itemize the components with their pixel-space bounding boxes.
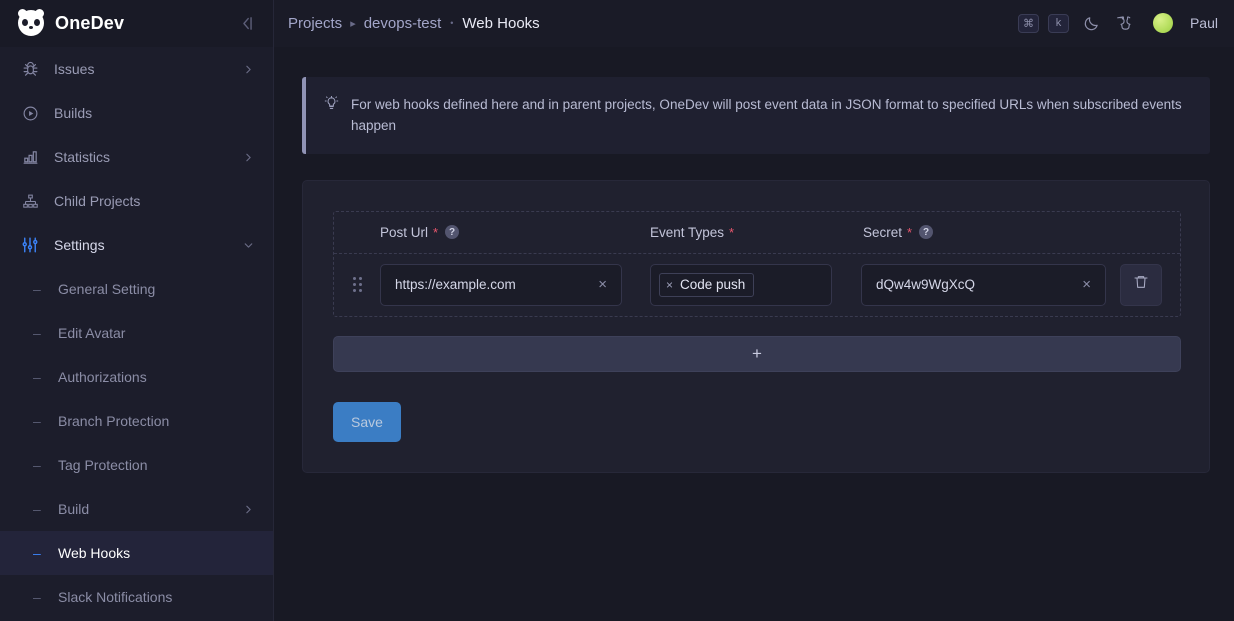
post-url-field[interactable]: ×	[380, 264, 622, 306]
event-type-tag[interactable]: × Code push	[659, 273, 754, 297]
page-content: For web hooks defined here and in parent…	[274, 47, 1234, 621]
sidebar-subitem-label: Slack Notifications	[58, 589, 255, 605]
required-asterisk: *	[433, 225, 438, 240]
chevron-right-icon: ▸	[350, 17, 356, 30]
sidebar-item-settings[interactable]: Settings	[0, 223, 273, 267]
sidebar-item-child-projects[interactable]: Child Projects	[0, 179, 273, 223]
top-bar: Projects ▸ devops-test • Web Hooks ⌘ k	[274, 0, 1234, 47]
clear-icon[interactable]: ×	[594, 277, 611, 292]
chevron-right-icon	[242, 503, 255, 516]
bar-chart-icon	[20, 147, 40, 167]
breadcrumb: Projects ▸ devops-test • Web Hooks	[288, 15, 540, 32]
panda-logo-icon	[18, 10, 44, 36]
sidebar-item-label: Settings	[54, 237, 242, 253]
collapse-sidebar-icon[interactable]	[235, 11, 259, 35]
sidebar-item-builds[interactable]: Builds	[0, 91, 273, 135]
dash-glyph: –	[33, 546, 45, 560]
app-root: OneDev Issues	[0, 0, 1234, 621]
required-asterisk: *	[729, 225, 734, 240]
sidebar-item-authorizations[interactable]: – Authorizations	[0, 355, 273, 399]
column-label: Event Types	[650, 225, 724, 240]
sidebar-subitem-label: General Setting	[58, 281, 255, 297]
event-type-label: Code push	[680, 277, 745, 292]
sidebar-menu: Issues Builds	[0, 47, 273, 621]
k-key-badge[interactable]: k	[1048, 14, 1069, 33]
add-row-button[interactable]: +	[333, 336, 1181, 372]
sidebar-item-web-hooks[interactable]: – Web Hooks	[0, 531, 273, 575]
sidebar-subitem-label: Authorizations	[58, 369, 255, 385]
sidebar-item-label: Issues	[54, 61, 242, 77]
chevron-right-icon	[242, 151, 255, 164]
dash-glyph: –	[33, 502, 45, 516]
chevron-right-icon	[242, 63, 255, 76]
sidebar-subitem-label: Web Hooks	[58, 545, 255, 561]
column-label: Post Url	[380, 225, 428, 240]
post-url-input[interactable]	[395, 277, 594, 292]
help-icon[interactable]: ?	[919, 225, 933, 239]
info-banner: For web hooks defined here and in parent…	[302, 77, 1210, 154]
sidebar-item-tag-protection[interactable]: – Tag Protection	[0, 443, 273, 487]
secret-input[interactable]	[876, 277, 1078, 292]
column-label: Secret	[863, 225, 902, 240]
sliders-icon	[20, 235, 40, 255]
sidebar-item-label: Statistics	[54, 149, 242, 165]
delete-row-button[interactable]	[1120, 264, 1162, 306]
sidebar-subitem-label: Build	[58, 501, 242, 517]
chevron-down-icon	[242, 239, 255, 252]
dash-glyph: –	[33, 414, 45, 428]
table-row: × × Code push ×	[334, 254, 1180, 316]
org-chart-icon	[20, 191, 40, 211]
sidebar-item-label: Child Projects	[54, 193, 255, 209]
event-types-field[interactable]: × Code push	[650, 264, 832, 306]
sidebar-header: OneDev	[0, 0, 273, 47]
sidebar-subitem-label: Branch Protection	[58, 413, 255, 429]
sidebar-item-edit-avatar[interactable]: – Edit Avatar	[0, 311, 273, 355]
lightbulb-icon	[324, 96, 340, 137]
column-header-post-url: Post Url * ?	[380, 225, 650, 240]
column-header-event-types: Event Types *	[650, 225, 863, 240]
git-repo-icon[interactable]	[1115, 12, 1137, 34]
top-bar-actions: ⌘ k Paul	[1018, 12, 1218, 34]
dash-glyph: –	[33, 326, 45, 340]
app-title: OneDev	[55, 13, 124, 34]
dash-glyph: –	[33, 590, 45, 604]
column-header-secret: Secret * ?	[863, 225, 1180, 240]
breadcrumb-project[interactable]: devops-test	[364, 15, 442, 32]
required-asterisk: *	[907, 225, 912, 240]
play-circle-icon	[20, 103, 40, 123]
dash-glyph: –	[33, 370, 45, 384]
sidebar-subitem-label: Edit Avatar	[58, 325, 255, 341]
dash-glyph: –	[33, 282, 45, 296]
drag-handle-icon[interactable]	[334, 277, 380, 292]
sidebar-item-statistics[interactable]: Statistics	[0, 135, 273, 179]
sidebar-item-issues[interactable]: Issues	[0, 47, 273, 91]
sidebar-item-slack-notifications[interactable]: – Slack Notifications	[0, 575, 273, 619]
sidebar-subitem-label: Tag Protection	[58, 457, 255, 473]
trash-icon	[1133, 274, 1149, 295]
sidebar: OneDev Issues	[0, 0, 274, 621]
help-icon[interactable]: ?	[445, 225, 459, 239]
remove-tag-icon[interactable]: ×	[666, 279, 673, 291]
bug-icon	[20, 59, 40, 79]
table-header-row: Post Url * ? Event Types * Secret * ?	[334, 212, 1180, 254]
username-label[interactable]: Paul	[1190, 15, 1218, 31]
dash-glyph: –	[33, 458, 45, 472]
user-avatar[interactable]	[1153, 13, 1173, 33]
moon-icon[interactable]	[1081, 12, 1103, 34]
breadcrumb-projects[interactable]: Projects	[288, 15, 342, 32]
web-hooks-panel: Post Url * ? Event Types * Secret * ?	[302, 180, 1210, 473]
clear-icon[interactable]: ×	[1078, 277, 1095, 292]
save-button[interactable]: Save	[333, 402, 401, 442]
page-title: Web Hooks	[462, 15, 539, 32]
info-banner-text: For web hooks defined here and in parent…	[351, 94, 1190, 137]
web-hooks-table: Post Url * ? Event Types * Secret * ?	[333, 211, 1181, 317]
sidebar-item-branch-protection[interactable]: – Branch Protection	[0, 399, 273, 443]
sidebar-item-build[interactable]: – Build	[0, 487, 273, 531]
main-area: Projects ▸ devops-test • Web Hooks ⌘ k	[274, 0, 1234, 621]
secret-field[interactable]: ×	[861, 264, 1106, 306]
sidebar-item-general-setting[interactable]: – General Setting	[0, 267, 273, 311]
command-key-badge[interactable]: ⌘	[1018, 14, 1039, 33]
sidebar-item-label: Builds	[54, 105, 255, 121]
breadcrumb-dot: •	[450, 18, 453, 28]
